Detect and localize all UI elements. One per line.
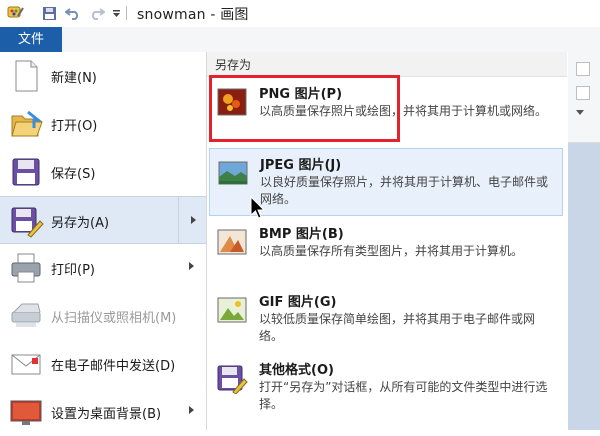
menu-item-label: 新建(N): [51, 71, 97, 86]
window-title: snowman - 画图: [137, 7, 249, 23]
save-as-item-desc: 以高质量保存所有类型图片，并将其用于计算机。: [259, 244, 524, 258]
chevron-right-icon: [191, 216, 196, 224]
menu-item-email[interactable]: 在电子邮件中发送(D): [0, 340, 206, 388]
save-as-item-desc: 以良好质量保存照片，并将其用于计算机、电子邮件或网络。: [260, 175, 549, 206]
chevron-right-icon: [189, 262, 194, 270]
file-menu-commands: 新建(N) 打开(O) 保存(S) 另存为(A) 打印(P) 从扫描仪或照相机(…: [0, 52, 207, 430]
ribbon-button[interactable]: [576, 62, 590, 76]
menu-item-label: 打开(O): [51, 119, 98, 134]
highlight-annotation: [209, 75, 400, 142]
menu-item-scanner: 从扫描仪或照相机(M): [0, 292, 206, 340]
menu-item-new[interactable]: 新建(N): [0, 52, 206, 100]
save-as-item-desc: 打开“另存为”对话框，从所有可能的文件类型中进行选择。: [259, 380, 548, 411]
save-as-item-desc: 以较低质量保存简单绘图，并将其用于电子邮件或网络。: [259, 312, 536, 343]
save-as-header-label: 另存为: [215, 58, 252, 72]
paint-app-icon[interactable]: [4, 4, 26, 22]
mouse-cursor-icon: [250, 195, 266, 224]
menu-item-label: 从扫描仪或照相机(M): [51, 311, 177, 326]
undo-icon[interactable]: [64, 4, 82, 22]
file-tab[interactable]: 文件: [0, 27, 62, 52]
other-formats-icon: [216, 362, 248, 395]
chevron-right-icon: [189, 406, 194, 414]
menu-item-label: 保存(S): [51, 167, 96, 182]
menu-item-label: 在电子邮件中发送(D): [51, 359, 176, 374]
menu-item-desktop-background[interactable]: 设置为桌面背景(B): [0, 388, 206, 436]
scanner-icon: [8, 298, 44, 334]
menu-item-label: 打印(P): [51, 263, 95, 278]
open-folder-icon: [8, 106, 44, 142]
save-as-submenu-button[interactable]: [178, 197, 206, 243]
save-as-item-title: GIF 图片(G): [259, 295, 337, 310]
new-document-icon: [8, 58, 44, 94]
save-as-item-title: BMP 图片(B): [259, 227, 344, 242]
customize-toolbar-icon[interactable]: [110, 4, 122, 22]
save-as-bmp[interactable]: BMP 图片(B) 以高质量保存所有类型图片，并将其用于计算机。: [209, 218, 563, 284]
menu-item-label: 另存为(A): [51, 216, 110, 231]
menu-item-label: 设置为桌面背景(B): [51, 407, 162, 422]
menu-item-save-as[interactable]: 另存为(A): [0, 196, 206, 244]
save-as-other-formats[interactable]: 其他格式(O) 打开“另存为”对话框，从所有可能的文件类型中进行选择。: [209, 354, 563, 424]
title-separator: [126, 6, 127, 20]
menu-item-save[interactable]: 保存(S): [0, 148, 206, 196]
menu-item-print[interactable]: 打印(P): [0, 244, 206, 292]
menu-item-open[interactable]: 打开(O): [0, 100, 206, 148]
ribbon-button[interactable]: [576, 86, 590, 100]
ribbon-edge: [568, 52, 600, 143]
save-as-header: 另存为: [207, 52, 567, 77]
canvas-background: [568, 143, 600, 430]
title-bar: snowman - 画图: [0, 0, 600, 27]
save-as-item-title: JPEG 图片(J): [260, 158, 342, 173]
save-as-item-title: 其他格式(O): [259, 363, 334, 378]
printer-icon: [8, 250, 44, 286]
save-disk-icon: [8, 154, 44, 190]
bmp-image-icon: [216, 226, 248, 258]
chevron-down-icon[interactable]: [576, 110, 584, 115]
save-as-gif[interactable]: GIF 图片(G) 以较低质量保存简单绘图，并将其用于电子邮件或网络。: [209, 286, 563, 352]
email-icon: [8, 346, 44, 382]
jpeg-image-icon: [217, 157, 249, 189]
redo-icon[interactable]: [88, 4, 106, 22]
quick-save-icon[interactable]: [40, 4, 58, 22]
save-as-icon: [8, 203, 44, 239]
gif-image-icon: [216, 294, 248, 326]
desktop-background-icon: [8, 394, 44, 430]
ribbon-tab-strip: [62, 27, 600, 52]
